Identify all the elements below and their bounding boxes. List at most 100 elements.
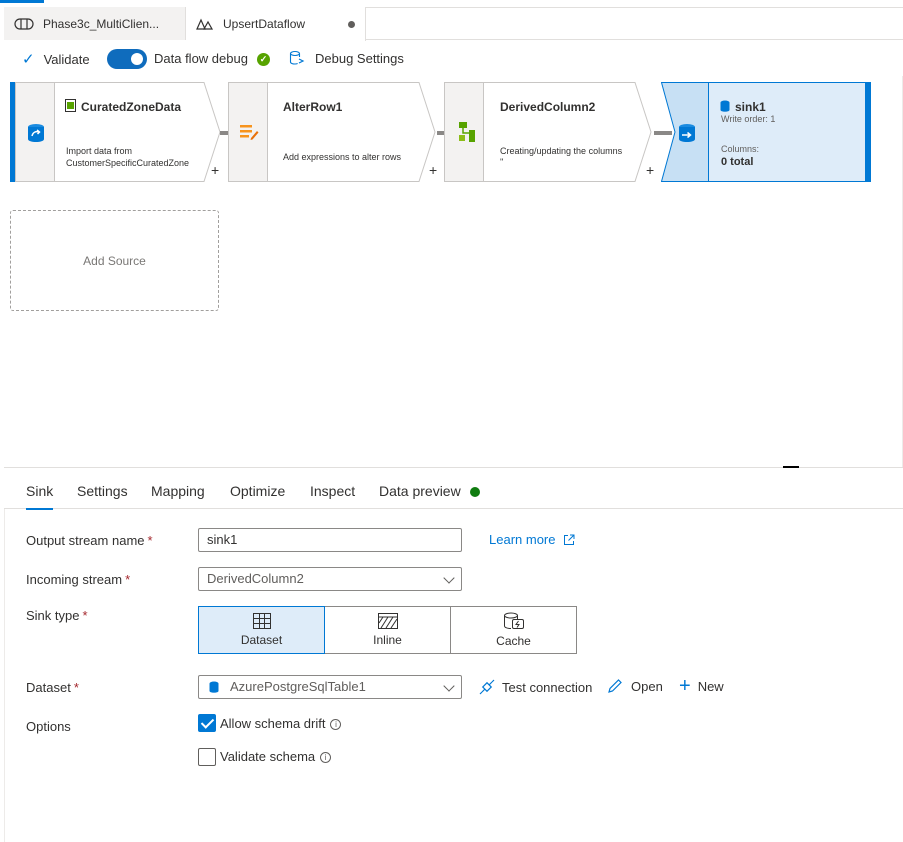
incoming-stream-select[interactable]: DerivedColumn2 xyxy=(198,567,462,591)
cache-database-icon xyxy=(503,612,524,629)
alterrow-icon-column xyxy=(228,82,268,182)
data-flow-debug-toggle[interactable] xyxy=(107,49,147,69)
panel-splitter[interactable] xyxy=(4,467,903,468)
checkmark-icon: ✓ xyxy=(22,51,35,68)
test-connection-label: Test connection xyxy=(502,679,593,695)
alter-row-icon xyxy=(240,125,259,140)
new-dataset-button[interactable]: + New xyxy=(679,675,724,697)
document-tab-bar: Phase3c_MultiClien... UpsertDataflow xyxy=(4,7,903,41)
top-accent-bar xyxy=(0,0,44,3)
debug-settings-button[interactable]: Debug Settings xyxy=(289,50,404,66)
tab-mapping[interactable]: Mapping xyxy=(151,483,205,499)
tab-inspect[interactable]: Inspect xyxy=(310,483,355,499)
derivedcolumn-icon-column xyxy=(444,82,484,182)
sink-type-inline-label: Inline xyxy=(373,633,402,647)
chevron-down-icon xyxy=(443,572,455,584)
chevron-down-icon xyxy=(443,680,455,692)
sink-type-inline-button[interactable]: Inline xyxy=(324,606,451,654)
tab-dataflow[interactable]: UpsertDataflow xyxy=(186,7,366,41)
dataflow-canvas[interactable]: CuratedZoneData Import data from Custome… xyxy=(4,76,903,467)
output-stream-name-input[interactable]: sink1 xyxy=(198,528,462,552)
incoming-stream-value: DerivedColumn2 xyxy=(207,571,304,586)
sink-postgres-icon xyxy=(720,100,730,112)
pipeline-icon xyxy=(14,17,34,30)
tab-data-preview[interactable]: Data preview xyxy=(379,483,461,499)
dataset-value: AzurePostgreSqlTable1 xyxy=(230,679,366,694)
add-source-button[interactable]: Add Source xyxy=(10,210,219,311)
sink-node-title: sink1 xyxy=(735,100,766,114)
plus-icon: + xyxy=(679,675,691,697)
sink-type-cache-button[interactable]: Cache xyxy=(450,606,577,654)
pencil-edit-icon xyxy=(608,679,622,693)
dataset-select[interactable]: AzurePostgreSqlTable1 xyxy=(198,675,462,699)
sink-type-label: Sink type * xyxy=(26,608,88,623)
validate-label: Validate xyxy=(43,51,90,67)
sink-columns-value: 0 total xyxy=(721,156,754,168)
unsaved-indicator-icon xyxy=(348,21,355,28)
derivedcolumn-node-shape xyxy=(483,82,652,182)
sink-write-order: Write order: 1 xyxy=(721,114,776,124)
add-source-label: Add Source xyxy=(83,253,146,268)
collapse-handle-icon[interactable] xyxy=(783,466,799,468)
tab-optimize[interactable]: Optimize xyxy=(230,483,285,499)
sink-type-cache-label: Cache xyxy=(496,634,531,648)
debug-settings-label: Debug Settings xyxy=(315,50,404,66)
dataflow-icon xyxy=(196,18,214,30)
data-preview-status-icon xyxy=(470,487,480,497)
add-transform-button[interactable]: + xyxy=(211,162,219,178)
dataset-label: Dataset * xyxy=(26,680,79,695)
alterrow-node-shape xyxy=(267,82,436,182)
tab-sink[interactable]: Sink xyxy=(26,483,54,510)
tab-label: Phase3c_MultiClien... xyxy=(43,16,160,31)
derived-column-icon xyxy=(459,122,475,142)
incoming-stream-label: Incoming stream * xyxy=(26,572,131,587)
validate-schema-checkbox[interactable] xyxy=(198,748,216,766)
test-connection-button[interactable]: Test connection xyxy=(478,678,592,696)
alterrow-node[interactable]: AlterRow1 Add expressions to alter rows xyxy=(228,82,436,182)
alterrow-node-title: AlterRow1 xyxy=(283,100,343,114)
allow-schema-drift-checkbox[interactable] xyxy=(198,714,216,732)
open-dataset-button[interactable]: Open xyxy=(607,678,663,694)
derivedcolumn-node-description-extra: '' xyxy=(500,157,504,167)
source-database-icon xyxy=(28,124,44,142)
add-transform-button[interactable]: + xyxy=(646,162,654,178)
data-flow-debug-label: Data flow debug xyxy=(154,51,248,66)
source-node-description: Import data from CustomerSpecificCurated… xyxy=(66,146,190,168)
sink-node-accent xyxy=(866,82,871,182)
panel-left-border xyxy=(4,509,5,842)
derivedcolumn-node-title: DerivedColumn2 xyxy=(500,100,596,114)
tab-bar-empty xyxy=(366,7,903,40)
sink-columns-label: Columns: xyxy=(721,144,760,154)
allow-schema-drift-label: Allow schema drift i xyxy=(220,716,342,731)
sink-node-sink1[interactable]: sink1 Write order: 1 Columns: 0 total xyxy=(661,82,866,182)
tab-pipeline[interactable]: Phase3c_MultiClien... xyxy=(4,7,186,40)
info-icon[interactable]: i xyxy=(330,719,342,730)
toolbar: ✓ Validate Data flow debug ✓ Debug Setti… xyxy=(0,44,903,74)
inline-hatch-icon xyxy=(377,613,398,629)
validate-button[interactable]: ✓ Validate xyxy=(22,50,90,68)
derivedcolumn-node-description: Creating/updating the columns xyxy=(500,146,623,156)
postgres-database-icon xyxy=(209,681,219,693)
dataset-sheet-icon xyxy=(65,99,76,112)
source-icon-column xyxy=(15,82,55,182)
output-stream-name-label: Output stream name * xyxy=(26,533,153,548)
validate-schema-label: Validate schema i xyxy=(220,749,332,764)
derivedcolumn-node[interactable]: DerivedColumn2 Creating/updating the col… xyxy=(444,82,652,182)
source-node-title: CuratedZoneData xyxy=(81,100,182,114)
add-transform-button[interactable]: + xyxy=(429,162,437,178)
external-link-icon xyxy=(564,534,575,545)
tab-settings[interactable]: Settings xyxy=(77,483,128,499)
new-label: New xyxy=(697,678,724,694)
sink-type-selector: Dataset Inline Cache xyxy=(198,606,579,654)
database-settings-icon xyxy=(289,50,305,65)
options-label: Options xyxy=(26,719,71,734)
learn-more-link[interactable]: Learn more xyxy=(489,532,575,547)
alterrow-node-description: Add expressions to alter rows xyxy=(283,152,402,162)
tab-label: UpsertDataflow xyxy=(223,17,306,31)
table-grid-icon xyxy=(252,613,271,629)
source-node-curatedzonedata[interactable]: CuratedZoneData Import data from Custome… xyxy=(15,82,221,182)
info-icon[interactable]: i xyxy=(320,752,332,763)
open-label: Open xyxy=(631,678,663,694)
sink-type-dataset-button[interactable]: Dataset xyxy=(198,606,325,654)
sink-database-icon xyxy=(679,124,695,142)
